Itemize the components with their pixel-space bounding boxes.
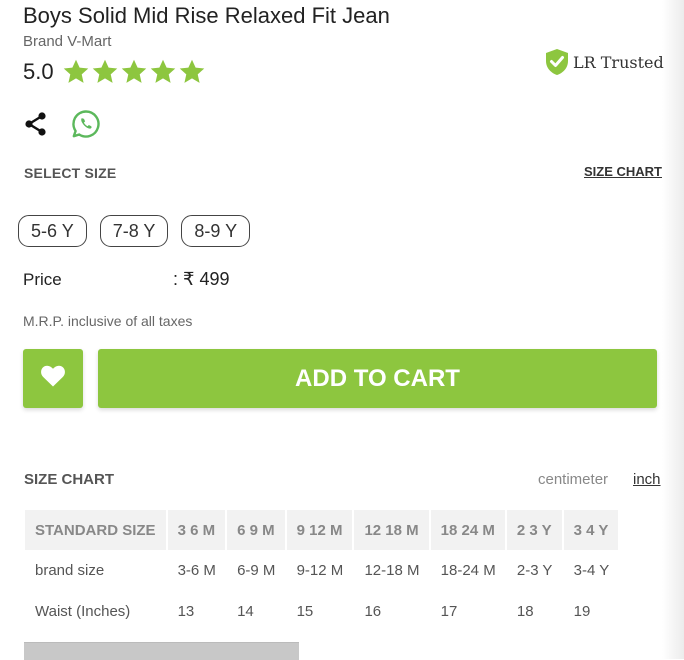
- star-rating: [62, 58, 206, 86]
- price-label: Price: [23, 270, 62, 289]
- size-chart-heading: SIZE CHART: [24, 471, 114, 488]
- trust-badge-label: LR Trusted: [573, 52, 664, 72]
- table-cell: 17: [440, 603, 458, 620]
- table-cell: 14: [237, 603, 254, 620]
- page-edge-shadow: [662, 0, 684, 659]
- column-header: 12 18 M: [354, 510, 431, 550]
- unit-inch-toggle[interactable]: inch: [633, 471, 661, 488]
- table-cell: 2-3 Y: [516, 562, 553, 579]
- rating-value: 5.0: [23, 59, 54, 84]
- product-title: Boys Solid Mid Rise Relaxed Fit Jean: [23, 3, 390, 28]
- column-header: 18 24 M: [430, 510, 507, 550]
- size-chart-table: STANDARD SIZE 3 6 M 6 9 M 9 12 M 12 18 M…: [25, 510, 621, 632]
- wishlist-button[interactable]: [23, 349, 83, 408]
- size-option-7-8y[interactable]: 7-8 Y: [99, 215, 169, 247]
- lr-trusted-badge: LR Trusted: [545, 48, 664, 76]
- table-cell: 19: [573, 603, 591, 620]
- table-cell: 13: [177, 603, 195, 620]
- product-brand: Brand V-Mart: [23, 33, 112, 50]
- star-icon: [179, 59, 204, 83]
- table-row: Waist (Inches) 13 14 15 16 17 18 19: [25, 591, 620, 632]
- row-label: Waist (Inches): [35, 603, 131, 620]
- size-chart-link[interactable]: SIZE CHART: [584, 164, 662, 179]
- rating-row: 5.0: [23, 58, 206, 86]
- select-size-label: SELECT SIZE: [24, 165, 117, 181]
- share-icon[interactable]: [23, 111, 49, 142]
- add-to-cart-button[interactable]: ADD TO CART: [98, 349, 657, 408]
- size-options: 5-6 Y 7-8 Y 8-9 Y: [18, 215, 251, 247]
- whatsapp-icon[interactable]: [71, 109, 101, 144]
- column-header: 3 6 M: [167, 510, 228, 550]
- table-cell: 3-4 Y: [573, 562, 610, 579]
- table-cell: 18-24 M: [440, 562, 496, 579]
- table-cell: 15: [296, 603, 314, 620]
- shield-check-icon: [545, 48, 569, 76]
- heart-icon: [40, 364, 66, 393]
- star-icon: [150, 59, 175, 83]
- horizontal-scrollbar[interactable]: [24, 642, 299, 660]
- size-chart-header-row: STANDARD SIZE 3 6 M 6 9 M 9 12 M 12 18 M…: [25, 510, 621, 550]
- size-option-8-9y[interactable]: 8-9 Y: [181, 215, 251, 247]
- table-row: brand size 3-6 M 6-9 M 9-12 M 12-18 M 18…: [25, 550, 620, 591]
- star-icon: [92, 59, 117, 83]
- star-icon: [63, 59, 88, 83]
- unit-centimeter-toggle[interactable]: centimeter: [538, 471, 608, 488]
- table-cell: 3-6 M: [177, 562, 216, 579]
- row-label: brand size: [35, 562, 105, 579]
- table-cell: 9-12 M: [296, 562, 344, 579]
- size-option-5-6y[interactable]: 5-6 Y: [18, 215, 87, 247]
- star-icon: [121, 59, 146, 83]
- table-cell: 18: [516, 603, 534, 620]
- column-header: STANDARD SIZE: [25, 510, 168, 550]
- column-header: 2 3 Y: [506, 510, 564, 550]
- table-cell: 12-18 M: [364, 562, 420, 579]
- column-header: 9 12 M: [286, 510, 355, 550]
- mrp-note: M.R.P. inclusive of all taxes: [23, 313, 193, 329]
- price-value: : ₹ 499: [173, 269, 230, 289]
- table-cell: 16: [364, 603, 382, 620]
- table-cell: 6-9 M: [237, 562, 276, 579]
- column-header: 6 9 M: [227, 510, 287, 550]
- column-header: 3 4 Y: [563, 510, 621, 550]
